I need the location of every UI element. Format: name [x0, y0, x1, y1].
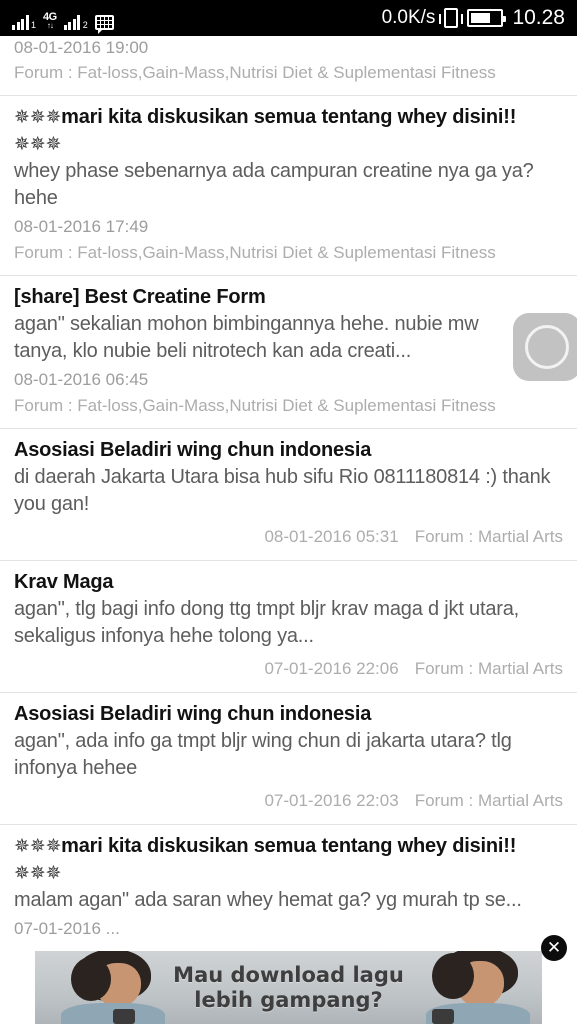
- list-item[interactable]: Asosiasi Beladiri wing chun indonesia ag…: [0, 693, 577, 824]
- close-icon[interactable]: ✕: [541, 935, 567, 961]
- thread-date: 08-01-2016 17:49: [14, 217, 149, 236]
- thread-title: ✵✵✵mari kita diskusikan semua tentang wh…: [14, 825, 563, 887]
- star-decoration-icon: ✵✵✵: [14, 863, 62, 884]
- ad-photo-left: [53, 951, 171, 1024]
- status-bar-right: 0.0K/s 10.28: [382, 6, 565, 30]
- ad-text-line1: Mau download lagu: [173, 962, 404, 987]
- sim1-label: 1: [31, 20, 37, 30]
- thread-snippet: agan", tlg bagi info dong ttg tmpt bljr …: [14, 598, 519, 647]
- thread-date: 07-01-2016 22:03: [264, 791, 399, 810]
- thread-snippet: di daerah Jakarta Utara bisa hub sifu Ri…: [14, 466, 551, 515]
- thread-forum: Forum : Fat-loss,Gain-Mass,Nutrisi Diet …: [14, 63, 496, 82]
- thread-date: 08-01-2016 19:00: [14, 38, 149, 57]
- thread-title: Asosiasi Beladiri wing chun indonesia: [14, 439, 372, 461]
- thread-forum: Forum : Fat-loss,Gain-Mass,Nutrisi Diet …: [14, 396, 496, 415]
- clock-label: 10.28: [512, 6, 565, 29]
- thread-title: Krav Maga: [14, 571, 114, 593]
- star-decoration-icon: ✵✵✵: [14, 836, 62, 857]
- thread-title: [share] Best Creatine Form: [14, 286, 266, 308]
- thread-forum: Forum : Martial Arts: [414, 659, 563, 678]
- sim2-label: 2: [82, 20, 88, 30]
- thread-snippet: agan", ada info ga tmpt bljr wing chun d…: [14, 730, 512, 779]
- ad-text-line2: lebih gampang?: [194, 987, 383, 1012]
- thread-forum: Forum : Fat-loss,Gain-Mass,Nutrisi Diet …: [14, 243, 496, 262]
- thread-title: ✵✵✵mari kita diskusikan semua tentang wh…: [14, 96, 563, 158]
- list-item[interactable]: Asosiasi Beladiri wing chun indonesia di…: [0, 429, 577, 560]
- thread-date: 07-01-2016 ...: [14, 919, 120, 938]
- thread-date: 08-01-2016 05:31: [264, 527, 399, 546]
- star-decoration-icon: ✵✵✵: [14, 107, 62, 128]
- thread-title-text: mari kita diskusikan semua tentang whey …: [61, 106, 517, 128]
- thread-snippet: malam agan" ada saran whey hemat ga? yg …: [14, 889, 522, 911]
- ad-banner[interactable]: Mau download lagu lebih gampang?: [35, 951, 542, 1024]
- thread-date: 07-01-2016 22:06: [264, 659, 399, 678]
- thread-meta: 07-01-2016 22:03 Forum : Martial Arts: [14, 782, 563, 824]
- thread-forum: Forum : Martial Arts: [414, 791, 563, 810]
- battery-icon: [467, 9, 507, 27]
- message-icon: [94, 15, 114, 34]
- ad-photo-right: [416, 951, 534, 1024]
- ad-text: Mau download lagu lebih gampang?: [173, 963, 404, 1013]
- network-speed-label: 0.0K/s: [381, 7, 436, 28]
- thread-date: 08-01-2016 06:45: [14, 370, 149, 389]
- thread-meta: 08-01-2016 05:31 Forum : Martial Arts: [14, 518, 563, 560]
- status-bar-left: 1 4G ↑↓ 2: [12, 6, 114, 34]
- thread-list[interactable]: 08-01-2016 19:00 Forum : Fat-loss,Gain-M…: [0, 36, 577, 942]
- signal-bars-sim1-icon: 1: [12, 14, 36, 30]
- vibrate-icon: [439, 8, 464, 28]
- list-item[interactable]: [share] Best Creatine Form agan" sekalia…: [0, 276, 577, 428]
- thread-meta: 07-01-2016 22:06 Forum : Martial Arts: [14, 650, 563, 692]
- thread-title: Asosiasi Beladiri wing chun indonesia: [14, 703, 372, 725]
- thread-snippet: agan" sekalian mohon bimbingannya hehe. …: [14, 313, 479, 362]
- status-bar: 1 4G ↑↓ 2 0.0K/s 10.28: [0, 0, 577, 36]
- list-item[interactable]: Krav Maga agan", tlg bagi info dong ttg …: [0, 561, 577, 692]
- app-screen: 1 4G ↑↓ 2 0.0K/s 10.28 08-01-2016 19:00 …: [0, 0, 577, 1024]
- thread-title-text: mari kita diskusikan semua tentang whey …: [61, 835, 517, 857]
- scroll-to-top-circle-button[interactable]: [513, 313, 577, 381]
- list-item[interactable]: ✵✵✵mari kita diskusikan semua tentang wh…: [0, 825, 577, 942]
- list-item[interactable]: ✵✵✵mari kita diskusikan semua tentang wh…: [0, 96, 577, 275]
- ad-close-label: ✕: [546, 937, 562, 957]
- network-4g-icon: 4G ↑↓: [43, 12, 57, 30]
- list-item[interactable]: 08-01-2016 19:00 Forum : Fat-loss,Gain-M…: [0, 36, 577, 95]
- thread-forum: Forum : Martial Arts: [414, 527, 563, 546]
- star-decoration-icon: ✵✵✵: [14, 134, 62, 155]
- network-data-arrows: ↑↓: [46, 21, 54, 30]
- thread-snippet: whey phase sebenarnya ada campuran creat…: [14, 160, 534, 209]
- circle-outline-icon: [525, 325, 569, 369]
- signal-bars-sim2-icon: 2: [63, 14, 88, 30]
